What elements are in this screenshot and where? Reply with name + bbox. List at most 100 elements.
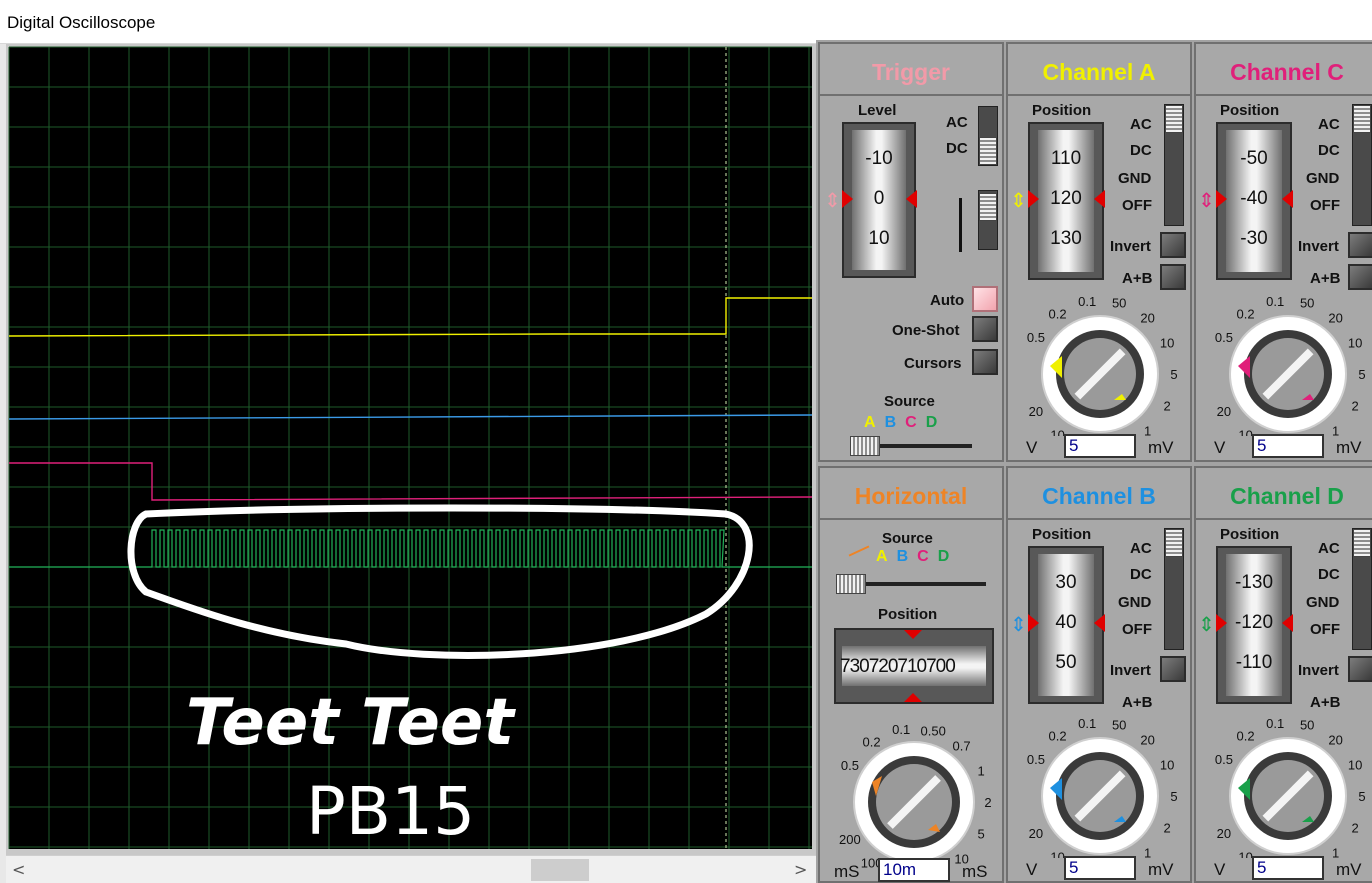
channel-c-value-field[interactable]: 5 [1252, 434, 1324, 458]
knob-scale-label: 0.50 [921, 724, 946, 739]
channel-a-coupling-slider[interactable] [1164, 104, 1184, 226]
level-marker-left-icon [842, 190, 853, 208]
channel-c-panel: Channel C Position -50 -40 -30 ⇕ AC DC G… [1194, 42, 1372, 462]
channel-c-invert-button[interactable] [1348, 232, 1372, 258]
channel-a-dc: DC [1130, 142, 1152, 159]
trigger-coupling-slider[interactable] [978, 106, 998, 166]
knob-scale-label: 2 [984, 795, 991, 810]
channel-a-volts-knob[interactable]: 0.50.20.1502010521251020 [1010, 286, 1190, 436]
channel-a-value-field[interactable]: 5 [1064, 434, 1136, 458]
channel-d-coupling-slider[interactable] [1352, 528, 1372, 650]
horizontal-source-slider[interactable] [836, 574, 986, 594]
channel-a-invert-button[interactable] [1160, 232, 1186, 258]
knob-scale-label: 20 [1217, 404, 1231, 419]
channel-d-position-drum[interactable]: -130 -120 -110 [1216, 546, 1292, 704]
knob-scale-label: 0.2 [863, 734, 881, 749]
scroll-left-icon[interactable]: < [12, 860, 25, 879]
channel-d-value-field[interactable]: 5 [1252, 856, 1324, 880]
channel-a-invert-label: Invert [1110, 238, 1151, 255]
knob-scale-label: 50 [1300, 718, 1314, 733]
knob-scale-label: 20 [1217, 826, 1231, 841]
knob-scale-label: 50 [1112, 296, 1126, 311]
channel-b-coupling-slider[interactable] [1164, 528, 1184, 650]
scroll-thumb[interactable] [531, 859, 589, 881]
channel-a-arrows-icon[interactable]: ⇕ [1010, 178, 1027, 222]
knob-scale-label: 2 [1351, 398, 1358, 413]
channel-c-dc: DC [1318, 142, 1340, 159]
channel-d-position-label: Position [1220, 526, 1280, 543]
trigger-source-slider[interactable] [850, 436, 972, 456]
channel-c-title: Channel C [1196, 44, 1372, 96]
horizontal-panel: Horizontal Source ABCD Position 73072071… [818, 466, 1004, 883]
knob-scale-label: 1 [1144, 424, 1151, 436]
knob-scale-label: 5 [1170, 367, 1177, 382]
channel-d-units-left: V [1214, 860, 1226, 879]
dial-marker-top-icon [904, 630, 922, 639]
channel-b-units-left: V [1026, 860, 1038, 879]
level-arrows-icon[interactable]: ⇕ [824, 178, 841, 222]
channel-a-ac: AC [1130, 116, 1152, 133]
trigger-edge-slider[interactable] [978, 190, 998, 250]
channel-b-volts-knob[interactable]: 0.50.20.1502010521251020 [1010, 708, 1190, 858]
knob-scale-label: 0.7 [953, 738, 971, 753]
channel-b-dc: DC [1130, 566, 1152, 583]
knob-scale-label: 20 [1328, 310, 1342, 325]
knob-scale-label: 10 [1160, 758, 1174, 773]
level-label: Level [858, 102, 897, 119]
channel-d-invert-button[interactable] [1348, 656, 1372, 682]
knob-scale-label: 50 [1300, 296, 1314, 311]
channel-c-invert-label: Invert [1298, 238, 1339, 255]
cursors-label: Cursors [904, 355, 962, 372]
channel-c-coupling-slider[interactable] [1352, 104, 1372, 226]
knob-scale-label: 5 [1358, 367, 1365, 382]
channel-b-position-drum[interactable]: 30 40 50 [1028, 546, 1104, 704]
channel-b-units-right: mV [1148, 860, 1174, 879]
level-drum[interactable]: -10 0 10 [842, 122, 916, 278]
channel-d-units-right: mV [1336, 860, 1362, 879]
horizontal-scrollbar[interactable]: < > [6, 855, 816, 883]
trigger-dc-label: DC [946, 140, 968, 157]
timebase-knob[interactable]: 0.50.20.10.500.7125102050100200 [824, 706, 1002, 882]
knob-scale-label: 10 [1050, 850, 1064, 858]
channel-c-off: OFF [1310, 197, 1340, 214]
channel-c-position-drum[interactable]: -50 -40 -30 [1216, 122, 1292, 280]
channel-d-arrows-icon[interactable]: ⇕ [1198, 602, 1215, 646]
annotation-pb15: PB15 [306, 773, 475, 850]
horizontal-source-letters: ABCD [876, 548, 950, 565]
channel-c-position-label: Position [1220, 102, 1280, 119]
knob-scale-label: 20 [1328, 732, 1342, 747]
timebase-value-field[interactable]: 10m [878, 858, 950, 882]
trigger-source-letters: ABCD [864, 414, 938, 431]
window-title: Digital Oscilloscope [7, 13, 156, 32]
knob-scale-label: 20 [1140, 732, 1154, 747]
knob-scale-label: 10 [1348, 336, 1362, 351]
one-shot-button[interactable] [972, 316, 998, 342]
channel-b-invert-button[interactable] [1160, 656, 1186, 682]
knob-scale-label: 5 [1170, 789, 1177, 804]
channel-d-invert-label: Invert [1298, 662, 1339, 679]
channel-b-marker-right-icon [1094, 614, 1105, 632]
channel-a-position-drum[interactable]: 110 120 130 [1028, 122, 1104, 280]
knob-scale-label: 10 [1160, 336, 1174, 351]
channel-c-units-left: V [1214, 438, 1226, 457]
trigger-ac-label: AC [946, 114, 968, 131]
channel-b-invert-label: Invert [1110, 662, 1151, 679]
knob-scale-label: 0.5 [1215, 752, 1233, 767]
knob-scale-label: 10 [1348, 758, 1362, 773]
scroll-right-icon[interactable]: > [794, 860, 807, 879]
cursors-button[interactable] [972, 349, 998, 375]
channel-c-marker-left-icon [1216, 190, 1227, 208]
knob-scale-label: 0.2 [1237, 306, 1255, 321]
auto-button[interactable] [972, 286, 998, 312]
knob-scale-label: 10 [1238, 850, 1252, 858]
title-bar: Digital Oscilloscope [0, 0, 1372, 44]
channel-d-volts-knob[interactable]: 0.50.20.1502010521251020 [1198, 708, 1372, 858]
channel-c-arrows-icon[interactable]: ⇕ [1198, 178, 1215, 222]
knob-scale-label: 0.2 [1237, 728, 1255, 743]
channel-d-marker-left-icon [1216, 614, 1227, 632]
ramp-icon [848, 545, 870, 557]
channel-c-volts-knob[interactable]: 0.50.20.1502010521251020 [1198, 286, 1372, 436]
horizontal-position-dial[interactable]: 730720710700 [834, 628, 994, 704]
channel-b-arrows-icon[interactable]: ⇕ [1010, 602, 1027, 646]
channel-b-value-field[interactable]: 5 [1064, 856, 1136, 880]
